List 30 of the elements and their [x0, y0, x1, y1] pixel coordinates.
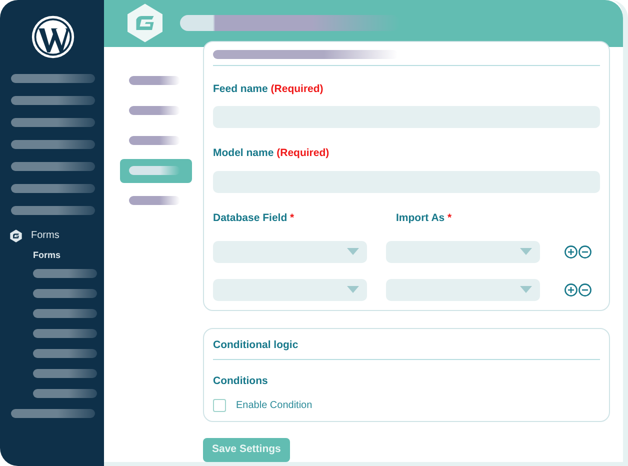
field-label: Model name (Required)	[213, 146, 330, 162]
menu-item-placeholder	[33, 268, 97, 278]
menu-item-placeholder	[33, 368, 97, 378]
add-icon[interactable]	[564, 244, 578, 259]
field-label: Feed name (Required)	[213, 82, 324, 96]
column-label: Import As *	[396, 211, 452, 226]
checkbox[interactable]	[213, 399, 226, 412]
forms-icon	[9, 228, 23, 242]
dropdown-arrow-icon	[347, 248, 359, 256]
menu-item-placeholder	[33, 348, 97, 358]
checkbox-label[interactable]: Enable Condition	[236, 398, 312, 414]
column-label: Database Field *	[213, 211, 296, 226]
subsection-title: Conditions	[213, 374, 269, 388]
wordpress-logo-icon	[30, 14, 76, 60]
dropdown-arrow-icon	[520, 248, 532, 256]
text-field[interactable]	[213, 171, 600, 193]
remove-icon[interactable]	[578, 282, 592, 297]
dropdown-arrow-icon	[347, 286, 359, 294]
menu-item-placeholder	[33, 388, 97, 398]
remove-icon[interactable]	[578, 244, 592, 259]
section-title: Conditional logic	[213, 338, 600, 360]
settings-tab[interactable]	[120, 158, 192, 182]
menu-item-placeholder	[33, 288, 97, 298]
dropdown-arrow-icon	[520, 286, 532, 294]
menu-item-placeholder	[33, 328, 97, 338]
menu-item[interactable]: Forms	[31, 228, 60, 243]
submenu-item[interactable]: Forms	[33, 249, 104, 262]
menu-item-placeholder	[33, 308, 97, 318]
add-icon[interactable]	[564, 282, 578, 297]
text-field[interactable]	[213, 106, 600, 128]
